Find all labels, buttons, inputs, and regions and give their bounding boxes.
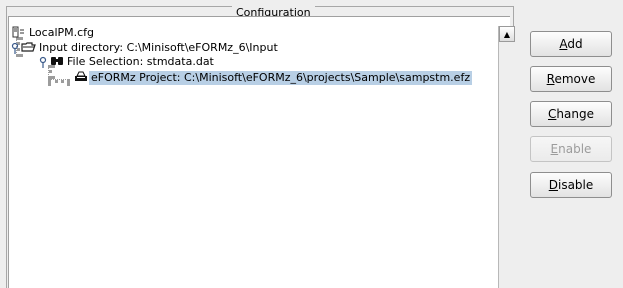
tree-node-project[interactable]: eFORMz Project: C:\Minisoft\eFORMz_6\pro… <box>73 71 473 85</box>
remove-button[interactable]: Remove <box>530 66 612 92</box>
configuration-tree[interactable]: LocalPM.cfg Input directory: C:\Minisoft… <box>8 16 510 288</box>
config-file-icon <box>11 26 27 40</box>
change-button[interactable]: Change <box>530 101 612 127</box>
scroll-up-icon[interactable]: ▲ <box>499 26 515 42</box>
tree-node-root[interactable]: LocalPM.cfg <box>11 26 96 40</box>
folder-open-icon <box>21 41 37 55</box>
printer-icon <box>73 71 89 85</box>
tree-node-file-selection[interactable]: File Selection: stmdata.dat <box>39 55 216 69</box>
expand-toggle-icon[interactable] <box>39 55 49 69</box>
tree-node-label: LocalPM.cfg <box>29 26 95 39</box>
disable-button[interactable]: Disable <box>530 172 612 198</box>
binoculars-icon <box>49 55 65 69</box>
tree-node-label: eFORMz Project: C:\Minisoft\eFORMz_6\pro… <box>89 71 473 85</box>
tree-node-label: Input directory: C:\Minisoft\eFORMz_6\In… <box>39 41 278 54</box>
vertical-scrollbar[interactable]: ▲ <box>498 26 515 288</box>
tree-node-input-directory[interactable]: Input directory: C:\Minisoft\eFORMz_6\In… <box>11 41 280 55</box>
add-button[interactable]: Add <box>530 31 612 57</box>
enable-button[interactable]: Enable <box>530 136 612 162</box>
expand-toggle-icon[interactable] <box>11 41 21 55</box>
tree-connector <box>48 79 70 83</box>
tree-node-label: File Selection: stmdata.dat <box>67 55 214 68</box>
